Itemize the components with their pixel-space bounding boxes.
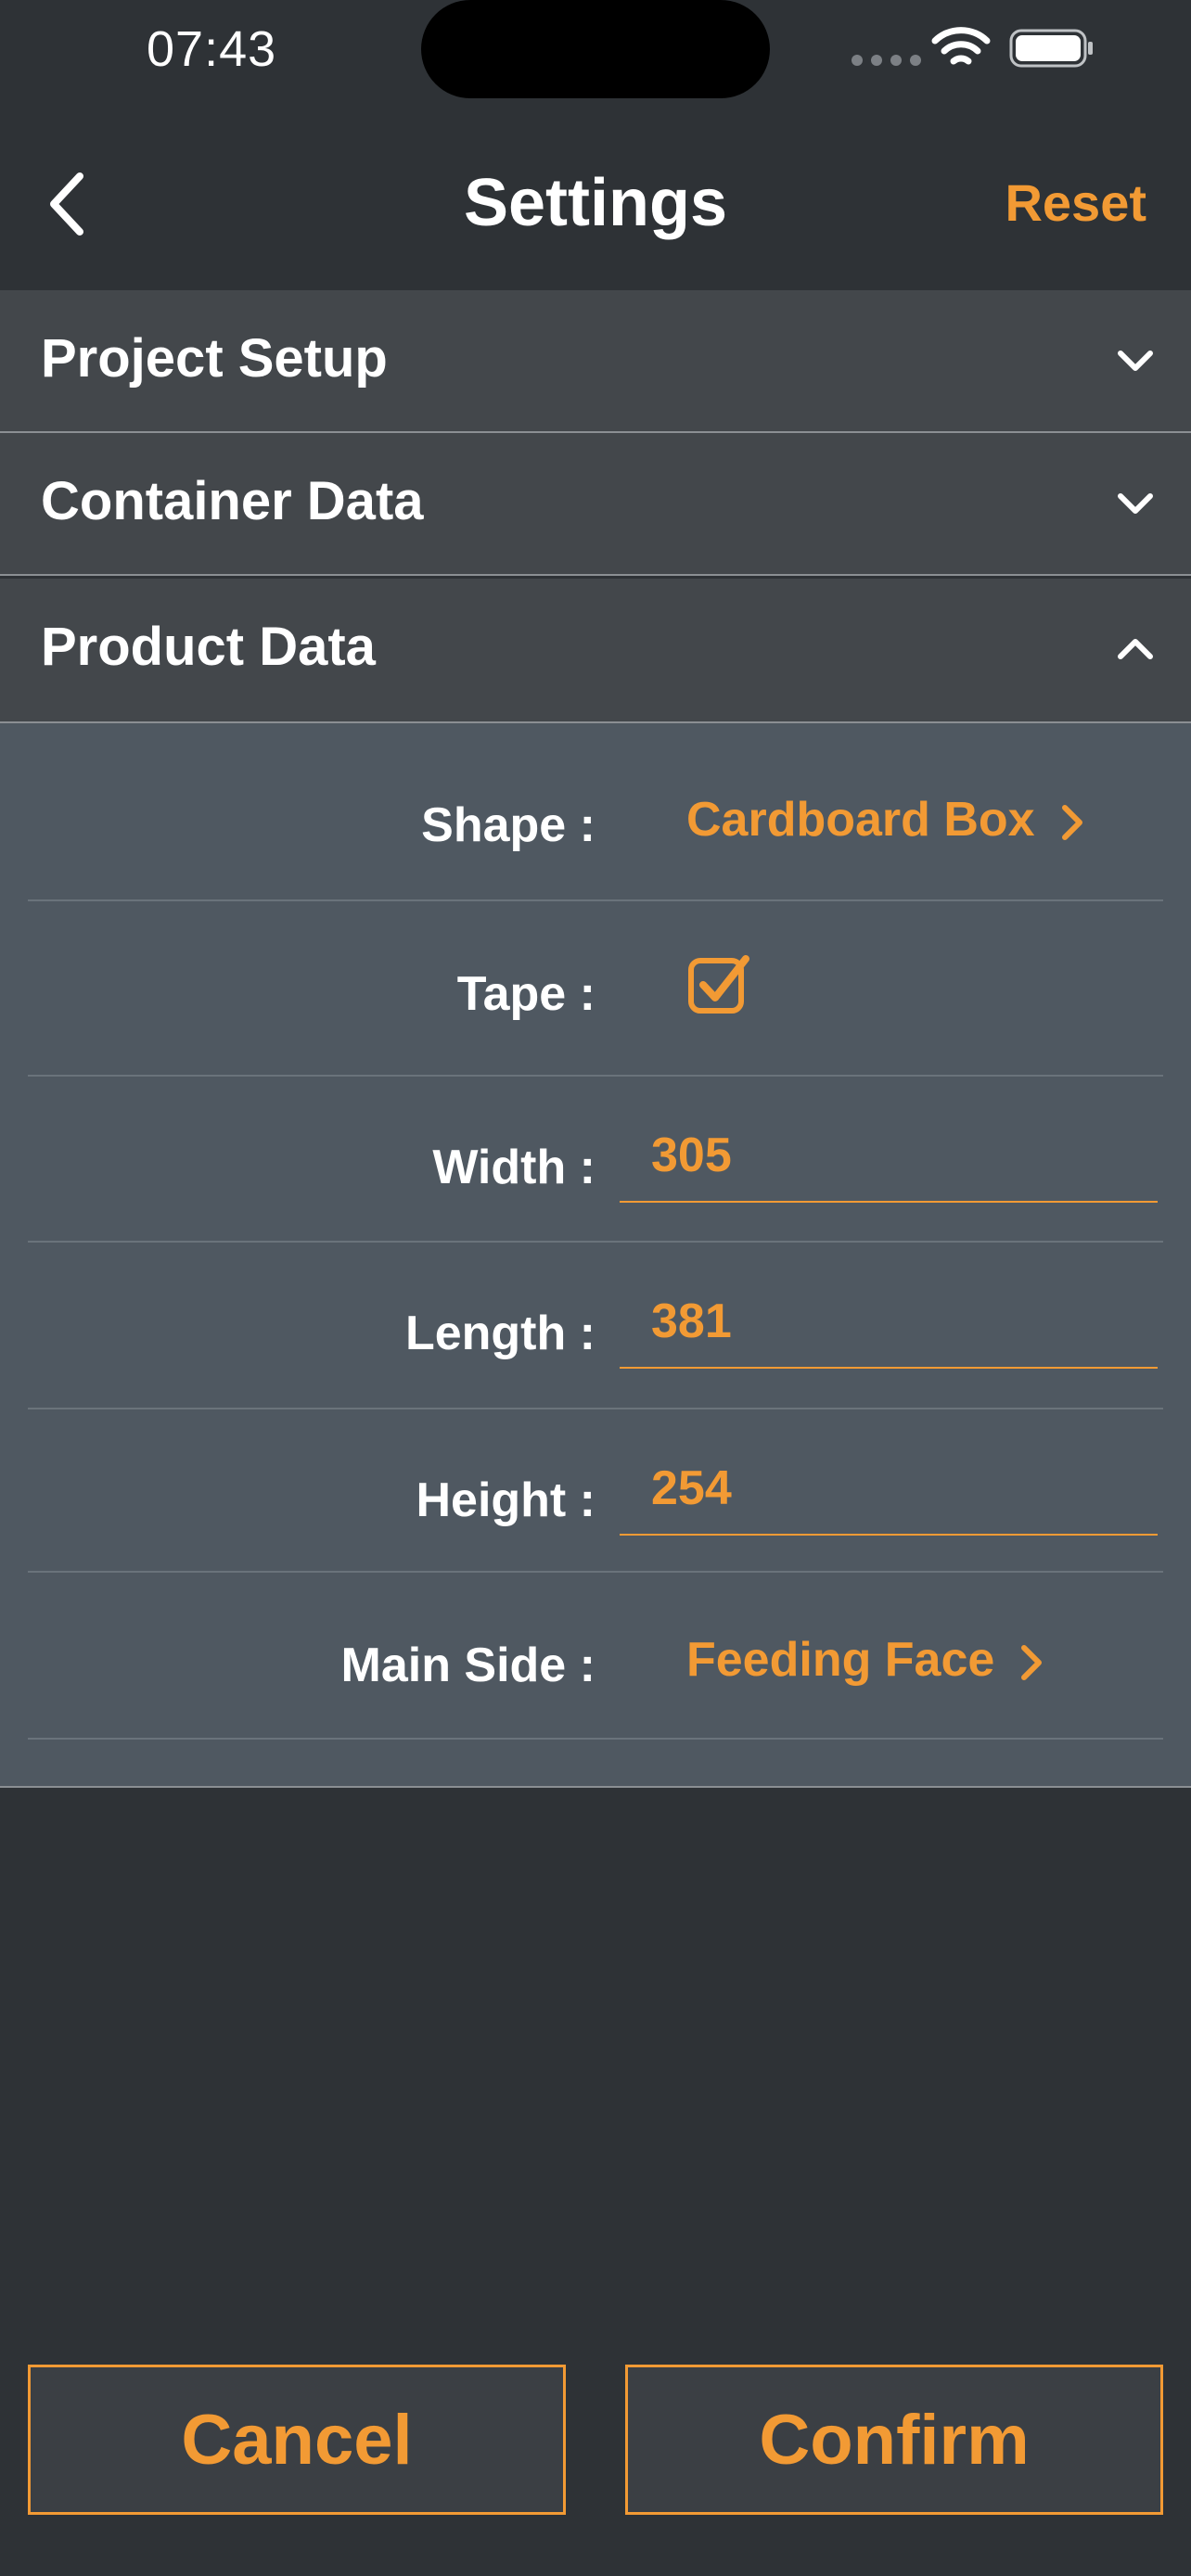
shape-label: Shape : (421, 798, 596, 852)
chevron-down-icon (1118, 493, 1153, 514)
chevron-right-icon (1021, 1645, 1043, 1681)
section-project-setup[interactable]: Project Setup (0, 290, 1191, 433)
reset-button[interactable]: Reset (1005, 172, 1146, 233)
width-input[interactable] (620, 1114, 1189, 1197)
main-side-label: Main Side : (340, 1639, 596, 1692)
product-data-panel: Shape : Cardboard Box Tape : Width : Len… (0, 723, 1191, 1788)
checkbox-checked-icon[interactable] (686, 951, 753, 1018)
chevron-down-icon (1118, 351, 1153, 371)
height-label: Height : (416, 1473, 596, 1527)
main-side-row: Main Side : Feeding Face (28, 1573, 1163, 1740)
length-field (620, 1280, 1189, 1369)
length-label: Length : (404, 1307, 596, 1360)
main-side-value: Feeding Face (686, 1633, 995, 1687)
section-product-data[interactable]: Product Data (0, 579, 1191, 723)
chevron-right-icon (1061, 805, 1082, 841)
wifi-icon (931, 27, 991, 65)
width-row: Width : (28, 1077, 1189, 1243)
shape-row: Shape : Cardboard Box (28, 723, 1163, 901)
shape-select[interactable]: Cardboard Box (686, 792, 1085, 848)
section-title: Container Data (41, 471, 424, 531)
main-side-select[interactable]: Feeding Face (686, 1632, 1044, 1688)
length-row: Length : (28, 1243, 1189, 1409)
signal-icon (852, 54, 929, 70)
confirm-button[interactable]: Confirm (625, 2365, 1163, 2515)
length-input[interactable] (620, 1280, 1189, 1363)
height-input[interactable] (620, 1447, 1189, 1530)
width-field (620, 1114, 1189, 1203)
shape-value: Cardboard Box (686, 793, 1035, 847)
chevron-up-icon (1118, 639, 1153, 659)
section-container-data[interactable]: Container Data (0, 433, 1191, 576)
cancel-button[interactable]: Cancel (28, 2365, 566, 2515)
height-row: Height : (28, 1409, 1189, 1573)
tape-row: Tape : (28, 901, 1163, 1077)
status-bar: 07:43 (0, 0, 1191, 102)
section-title: Product Data (41, 617, 376, 677)
navigation-bar: Settings Reset (0, 102, 1191, 290)
tape-label: Tape : (456, 967, 596, 1021)
width-label: Width : (432, 1141, 596, 1194)
dynamic-island (421, 0, 770, 98)
status-time: 07:43 (147, 21, 277, 77)
height-field (620, 1447, 1189, 1536)
section-title: Project Setup (41, 328, 388, 389)
battery-icon (1009, 29, 1093, 68)
